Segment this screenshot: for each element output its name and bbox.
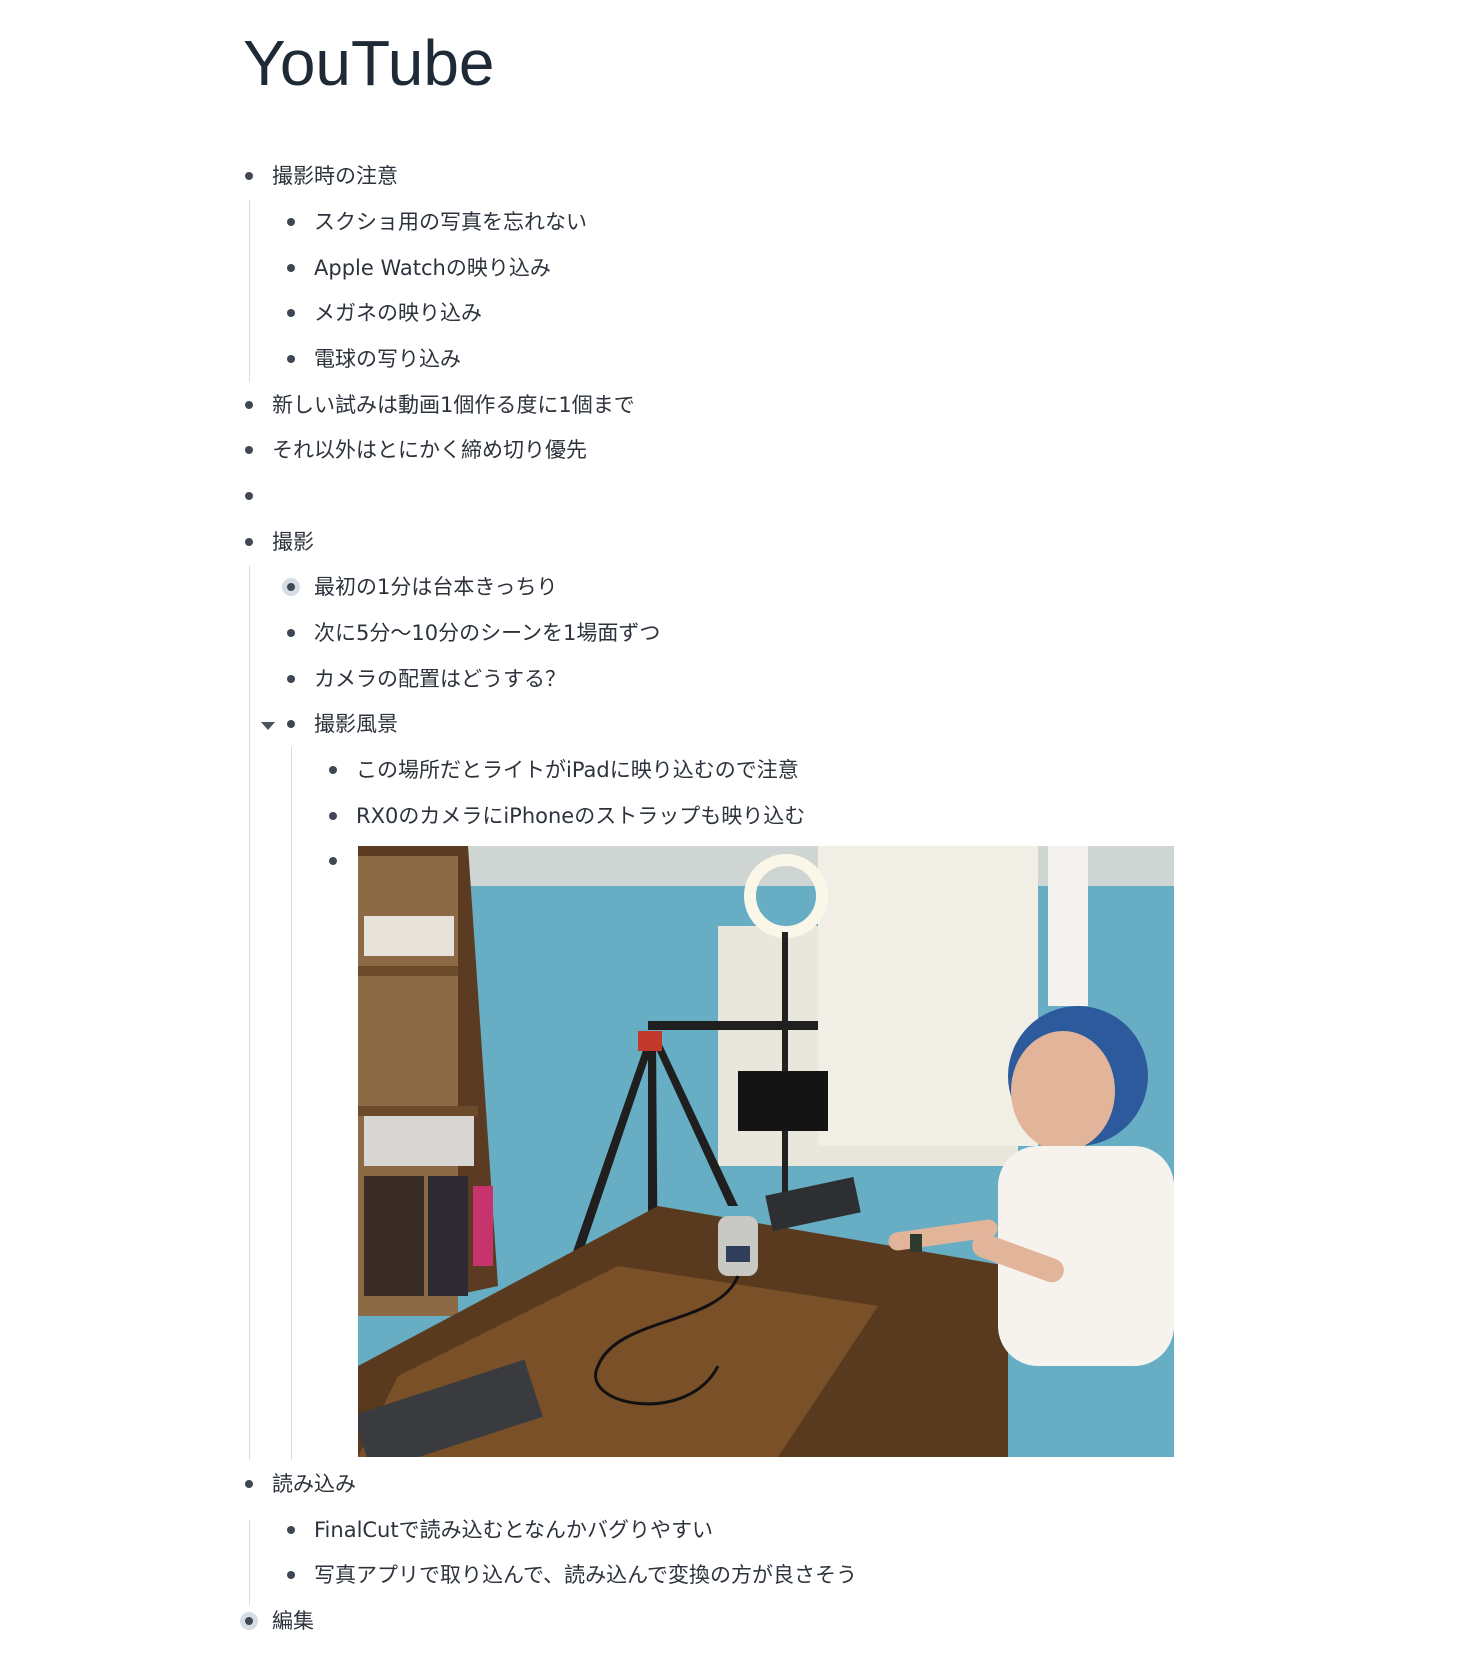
list-item-text[interactable]: 読み込み — [272, 1466, 356, 1502]
list-item-text[interactable]: スクショ用の写真を忘れない — [314, 204, 587, 240]
list-item-text[interactable]: それ以外はとにかく締め切り優先 — [272, 432, 587, 468]
list-item-text[interactable]: RX0のカメラにiPhoneのストラップも映り込む — [356, 798, 805, 834]
bullet-icon[interactable] — [287, 629, 295, 637]
bullet-icon[interactable] — [245, 446, 253, 454]
expand-toggle-icon[interactable] — [261, 722, 275, 730]
bullet-icon[interactable] — [245, 1617, 253, 1625]
bullet-icon[interactable] — [287, 675, 295, 683]
list-item-text[interactable]: 電球の写り込み — [314, 341, 461, 377]
list-item-text[interactable]: 編集 — [272, 1603, 314, 1639]
bullet-icon[interactable] — [245, 172, 253, 180]
bullet-icon[interactable] — [287, 218, 295, 226]
bullet-icon[interactable] — [287, 264, 295, 272]
bullet-icon[interactable] — [245, 401, 253, 409]
photo-image[interactable] — [358, 846, 1174, 1457]
bullet-icon[interactable] — [245, 538, 253, 546]
list-item-text[interactable]: メガネの映り込み — [314, 295, 482, 331]
indent-guide — [249, 565, 250, 1460]
bullet-icon[interactable] — [245, 1480, 253, 1488]
list-item-text[interactable]: 次に5分〜10分のシーンを1場面ずつ — [314, 615, 660, 651]
list-item-text[interactable]: カメラの配置はどうする？ — [314, 661, 566, 697]
bullet-icon[interactable] — [287, 720, 295, 728]
indent-guide — [249, 200, 250, 382]
bullet-icon[interactable] — [287, 355, 295, 363]
list-item-text[interactable]: この場所だとライトがiPadに映り込むので注意 — [356, 752, 799, 788]
bullet-icon[interactable] — [287, 583, 295, 591]
bullet-icon[interactable] — [329, 812, 337, 820]
indent-guide — [249, 1520, 250, 1605]
list-item-text[interactable]: 最初の1分は台本きっちり — [314, 569, 558, 605]
list-item-text[interactable]: 撮影時の注意 — [272, 158, 398, 194]
list-item-text[interactable]: 撮影風景 — [314, 706, 398, 742]
bullet-icon[interactable] — [329, 766, 337, 774]
list-item-text[interactable]: Apple Watchの映り込み — [314, 250, 551, 286]
bullet-icon[interactable] — [287, 1526, 295, 1534]
list-item-text[interactable]: 新しい試みは動画1個作る度に1個まで — [272, 387, 635, 423]
list-item-text[interactable]: 写真アプリで取り込んで、読み込んで変換の方が良さそう — [314, 1557, 857, 1593]
page-title: YouTube — [243, 27, 495, 99]
list-item-text[interactable]: FinalCutで読み込むとなんかバグりやすい — [314, 1512, 713, 1548]
bullet-icon[interactable] — [287, 1571, 295, 1579]
bullet-icon[interactable] — [329, 857, 337, 865]
photo-illustration — [358, 846, 1174, 1457]
bullet-icon[interactable] — [245, 492, 253, 500]
list-item-text[interactable]: 撮影 — [272, 524, 314, 560]
indent-guide — [291, 747, 292, 1460]
bullet-icon[interactable] — [287, 309, 295, 317]
